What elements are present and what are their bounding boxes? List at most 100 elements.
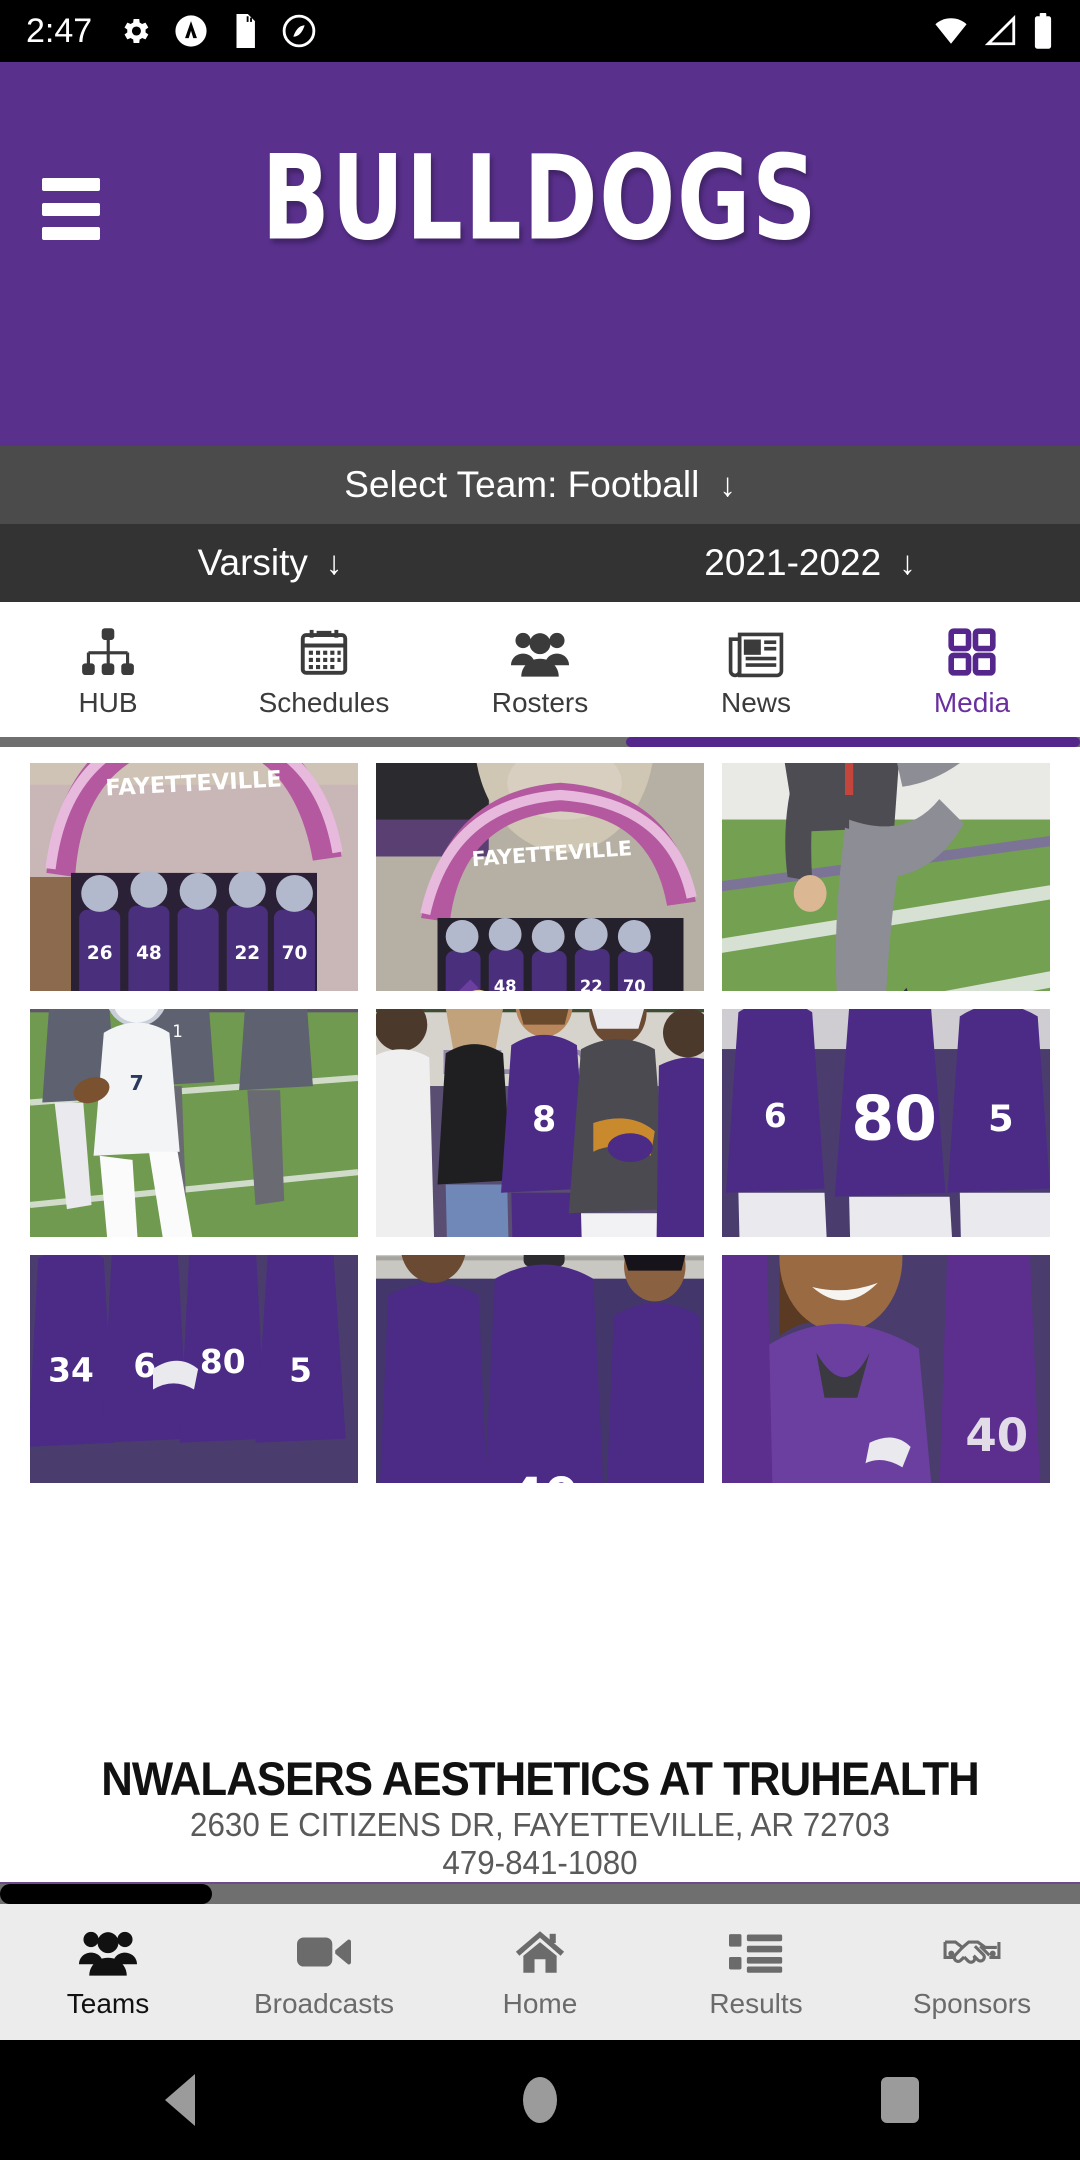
svg-text:22: 22 bbox=[234, 943, 260, 964]
svg-text:1: 1 bbox=[172, 1022, 182, 1041]
page-title: BULLDOGS bbox=[261, 129, 819, 267]
sd-card-icon bbox=[236, 14, 256, 48]
svg-text:26: 26 bbox=[87, 943, 113, 964]
level-label: Varsity bbox=[197, 542, 308, 583]
recents-square-icon bbox=[881, 2077, 919, 2123]
level-season-bar: Varsity ↓ 2021-2022 ↓ bbox=[0, 524, 1080, 602]
media-thumbnail[interactable] bbox=[722, 763, 1050, 991]
app-header: BULLDOGS bbox=[0, 62, 1080, 446]
tab-news[interactable]: News bbox=[648, 602, 864, 741]
season-label: 2021-2022 bbox=[704, 542, 882, 583]
media-thumbnail[interactable]: FAYETTEVILLE 26 48 22 70 bbox=[30, 763, 358, 991]
sponsor-name: NWALASERS AESTHETICS AT TRUHEALTH bbox=[101, 1752, 979, 1805]
section-tab-bar: HUB Schedules Rosters News Media bbox=[0, 602, 1080, 747]
wifi-icon bbox=[935, 18, 967, 44]
svg-text:80: 80 bbox=[851, 1082, 937, 1154]
media-grid-area: FAYETTEVILLE 26 48 22 70 FAYETTEVILLE 48… bbox=[0, 747, 1080, 1749]
bottom-nav-home[interactable]: Home bbox=[432, 1924, 648, 2020]
signal-icon bbox=[984, 14, 1016, 46]
svg-text:48: 48 bbox=[494, 977, 517, 991]
bottom-nav-results[interactable]: Results bbox=[648, 1924, 864, 2020]
scrollbar-thumb[interactable] bbox=[0, 1884, 212, 1904]
svg-text:6: 6 bbox=[133, 1347, 156, 1385]
media-thumbnail[interactable]: 34 6 80 5 bbox=[30, 1255, 358, 1483]
media-grid: FAYETTEVILLE 26 48 22 70 FAYETTEVILLE 48… bbox=[30, 763, 1050, 1483]
android-back-button[interactable] bbox=[0, 2074, 360, 2126]
tab-hub[interactable]: HUB bbox=[0, 602, 216, 741]
home-circle-icon bbox=[523, 2077, 557, 2123]
svg-text:22: 22 bbox=[580, 977, 603, 991]
tab-schedules[interactable]: Schedules bbox=[216, 602, 432, 741]
media-thumbnail[interactable]: 6 80 5 bbox=[722, 1009, 1050, 1237]
android-recents-button[interactable] bbox=[720, 2077, 1080, 2123]
house-icon bbox=[513, 1924, 567, 1980]
bottom-nav-label: Home bbox=[502, 1988, 578, 2019]
media-thumbnail[interactable]: FAYETTEVILLE 48 22 70 bbox=[376, 763, 704, 991]
bottom-nav-label: Sponsors bbox=[912, 1988, 1032, 2019]
bottom-nav-label: Broadcasts bbox=[253, 1988, 395, 2019]
android-navigation-bar bbox=[0, 2040, 1080, 2160]
people-group-icon bbox=[79, 1924, 137, 1980]
tab-label: News bbox=[720, 687, 791, 718]
tab-rosters[interactable]: Rosters bbox=[432, 602, 648, 741]
sitemap-hierarchy-icon bbox=[81, 624, 135, 678]
svg-text:5: 5 bbox=[988, 1097, 1014, 1140]
media-thumbnail[interactable]: BULLDOGS bbox=[376, 1009, 704, 1237]
svg-text:8: 8 bbox=[532, 1100, 556, 1140]
bottom-nav-label: Results bbox=[709, 1988, 803, 2019]
grid-squares-icon bbox=[946, 624, 998, 678]
svg-text:70: 70 bbox=[623, 977, 646, 991]
svg-text:40: 40 bbox=[965, 1409, 1028, 1462]
select-team-dropdown[interactable]: Select Team: Football ↓ bbox=[0, 446, 1080, 524]
status-bar-notification-icons bbox=[118, 14, 316, 48]
sponsor-banner[interactable]: NWALASERS AESTHETICS AT TRUHEALTH 2630 E… bbox=[0, 1749, 1080, 1882]
horizontal-scrollbar[interactable] bbox=[0, 1882, 1080, 1904]
svg-text:80: 80 bbox=[200, 1343, 246, 1381]
sponsor-phone: 479-841-1080 bbox=[442, 1844, 638, 1881]
media-thumbnail[interactable]: 40 bbox=[376, 1255, 704, 1483]
svg-text:70: 70 bbox=[282, 943, 308, 964]
chevron-down-icon: ↓ bbox=[719, 466, 736, 503]
tab-label: Rosters bbox=[491, 687, 589, 718]
level-dropdown[interactable]: Varsity ↓ bbox=[0, 542, 540, 584]
tab-label: Media bbox=[933, 687, 1011, 718]
chevron-down-icon: ↓ bbox=[325, 544, 343, 581]
media-thumbnail[interactable]: 1 7 bbox=[30, 1009, 358, 1237]
tab-label: HUB bbox=[78, 687, 138, 718]
no-circle-icon bbox=[282, 14, 316, 48]
calendar-icon bbox=[298, 624, 350, 678]
tab-scroll-thumb[interactable] bbox=[626, 737, 1080, 747]
season-dropdown[interactable]: 2021-2022 ↓ bbox=[540, 542, 1080, 584]
app-badge-icon bbox=[175, 15, 207, 47]
svg-text:7: 7 bbox=[129, 1071, 143, 1095]
app-screen: 2:47 BULLDOGS Select Team: Football ↓ Va… bbox=[0, 0, 1080, 2160]
bottom-nav-label: Teams bbox=[66, 1988, 150, 2019]
battery-icon bbox=[1034, 13, 1052, 49]
handshake-icon bbox=[943, 1924, 1001, 1980]
tab-media[interactable]: Media bbox=[864, 602, 1080, 741]
list-icon bbox=[729, 1924, 783, 1980]
svg-text:34: 34 bbox=[48, 1351, 94, 1389]
sponsor-address: 2630 E CITIZENS DR, FAYETTEVILLE, AR 727… bbox=[190, 1806, 890, 1843]
bottom-nav-sponsors[interactable]: Sponsors bbox=[864, 1924, 1080, 2020]
svg-text:40: 40 bbox=[510, 1467, 578, 1484]
select-team-label: Select Team: Football bbox=[344, 464, 700, 505]
svg-text:6: 6 bbox=[764, 1097, 787, 1135]
gear-icon bbox=[124, 18, 149, 44]
bottom-nav-teams[interactable]: Teams bbox=[0, 1924, 216, 2020]
people-group-icon bbox=[511, 624, 569, 678]
media-thumbnail[interactable]: 40 bbox=[722, 1255, 1050, 1483]
bottom-nav-broadcasts[interactable]: Broadcasts bbox=[216, 1924, 432, 2020]
chevron-down-icon: ↓ bbox=[899, 544, 916, 581]
svg-text:48: 48 bbox=[136, 943, 162, 964]
android-home-button[interactable] bbox=[360, 2077, 720, 2123]
bottom-navigation-bar: Teams Broadcasts Home Results Sponsors bbox=[0, 1904, 1080, 2040]
tab-label: Schedules bbox=[258, 687, 390, 718]
status-bar-system-icons bbox=[932, 13, 1054, 49]
svg-text:5: 5 bbox=[289, 1351, 312, 1389]
newspaper-icon bbox=[728, 624, 784, 678]
video-camera-icon bbox=[297, 1924, 351, 1980]
status-bar-clock: 2:47 bbox=[26, 11, 93, 50]
android-status-bar: 2:47 bbox=[0, 0, 1080, 62]
back-triangle-icon bbox=[165, 2074, 195, 2126]
